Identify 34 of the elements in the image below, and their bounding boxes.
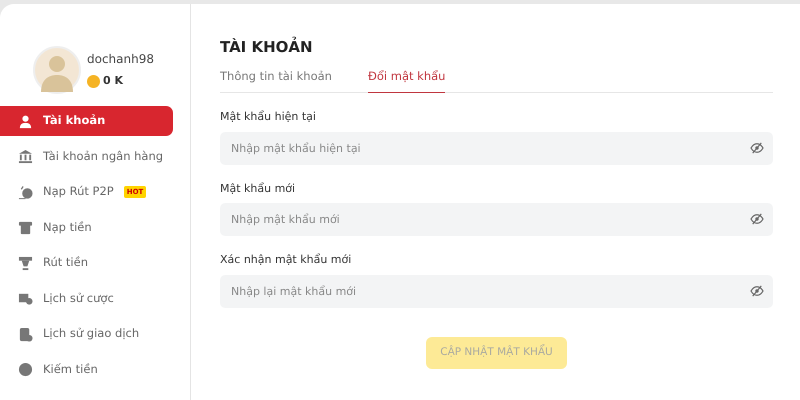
atm-icon — [18, 256, 33, 270]
password-field[interactable]: Nhập lại mật khẩu mới — [220, 274, 773, 308]
field-label: Mật khẩu hiện tại — [220, 109, 317, 126]
menu-item[interactable]: Tài khoản ngân hàng — [0, 142, 173, 172]
username: dochanh98 — [87, 51, 154, 68]
eye-slash-icon[interactable] — [750, 284, 764, 297]
menu-label: Tài khoản ngân hàng — [43, 148, 164, 165]
menu-label: Tài khoản — [43, 112, 106, 130]
eye-slash-icon[interactable] — [750, 213, 764, 226]
user-icon — [18, 114, 33, 128]
menu-label: Lịch sử giao dịch — [43, 325, 140, 342]
field-label: Xác nhận mật khẩu mới — [220, 252, 352, 268]
password-field[interactable]: Nhập mật khẩu hiện tại — [220, 132, 773, 165]
menu-label: Nạp Rút P2P — [43, 183, 114, 200]
balance: 0 K — [103, 73, 124, 90]
page-title: TÀI KHOẢN — [220, 38, 314, 56]
menu-item[interactable]: Nạp tiền — [0, 212, 173, 242]
field-label: Mật khẩu mới — [220, 180, 296, 197]
menu-label: Kiếm tiền — [43, 360, 98, 378]
menu-item[interactable]: Lịch sử cược — [0, 284, 173, 314]
password-field[interactable]: Nhập mật khẩu mới — [220, 203, 773, 236]
menu-label: Rút tiền — [43, 254, 88, 272]
menu-item[interactable]: Rút tiền — [0, 248, 173, 278]
menu-item[interactable]: Kiếm tiền — [0, 354, 173, 384]
eye-slash-icon[interactable] — [750, 142, 764, 154]
menu-label: Lịch sử cược — [43, 290, 114, 307]
tab[interactable]: Thông tin tài khoản — [220, 67, 332, 94]
atm-icon — [18, 220, 33, 235]
avatar-icon — [33, 46, 81, 94]
menu-label: Nạp tiền — [43, 218, 92, 236]
bank-icon — [18, 149, 33, 164]
menu-item[interactable]: Lịch sử giao dịch — [0, 319, 173, 349]
menu-item[interactable]: Tài khoản — [0, 106, 173, 136]
tab[interactable]: Đổi mật khẩu — [368, 67, 446, 94]
